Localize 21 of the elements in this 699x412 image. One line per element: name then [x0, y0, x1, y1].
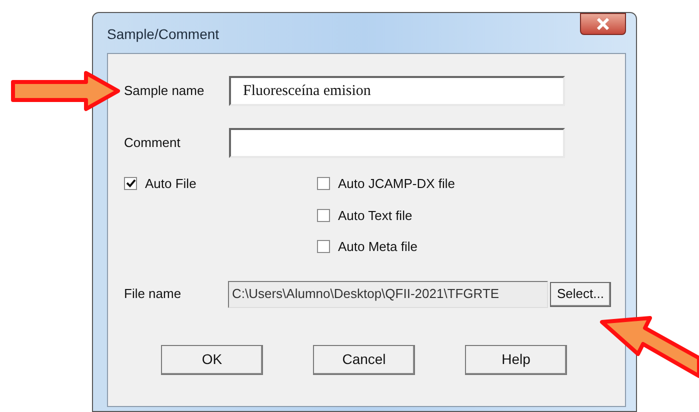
close-button[interactable]	[580, 13, 626, 35]
dialog-button[interactable]: Cancel	[313, 344, 415, 374]
close-icon	[596, 18, 610, 30]
checkbox[interactable]	[124, 177, 137, 190]
field-label: Sample name	[124, 82, 206, 100]
checkbox[interactable]	[317, 208, 330, 222]
file-name-field[interactable]: C:\Users\Alumno\Desktop\QFII-2021\TFGRTE	[228, 280, 548, 308]
dialog-button[interactable]: Help	[465, 344, 567, 374]
checkbox[interactable]	[317, 177, 330, 190]
checkbox-label: Auto JCAMP-DX file	[338, 175, 456, 193]
text-field[interactable]	[229, 128, 565, 158]
checkbox-label: Auto File	[145, 175, 196, 193]
field-label: File name	[124, 285, 182, 304]
window-title: Sample/Comment	[107, 25, 220, 44]
select-button[interactable]: Select...	[550, 282, 611, 306]
checkbox[interactable]	[317, 240, 330, 254]
field-label: Comment	[124, 134, 182, 152]
text-field[interactable]: Fluoresceína emision	[229, 76, 565, 106]
checkbox-label: Auto Meta file	[338, 238, 418, 256]
checkbox-label: Auto Text file	[338, 206, 412, 224]
dialog-button[interactable]: OK	[161, 344, 263, 374]
